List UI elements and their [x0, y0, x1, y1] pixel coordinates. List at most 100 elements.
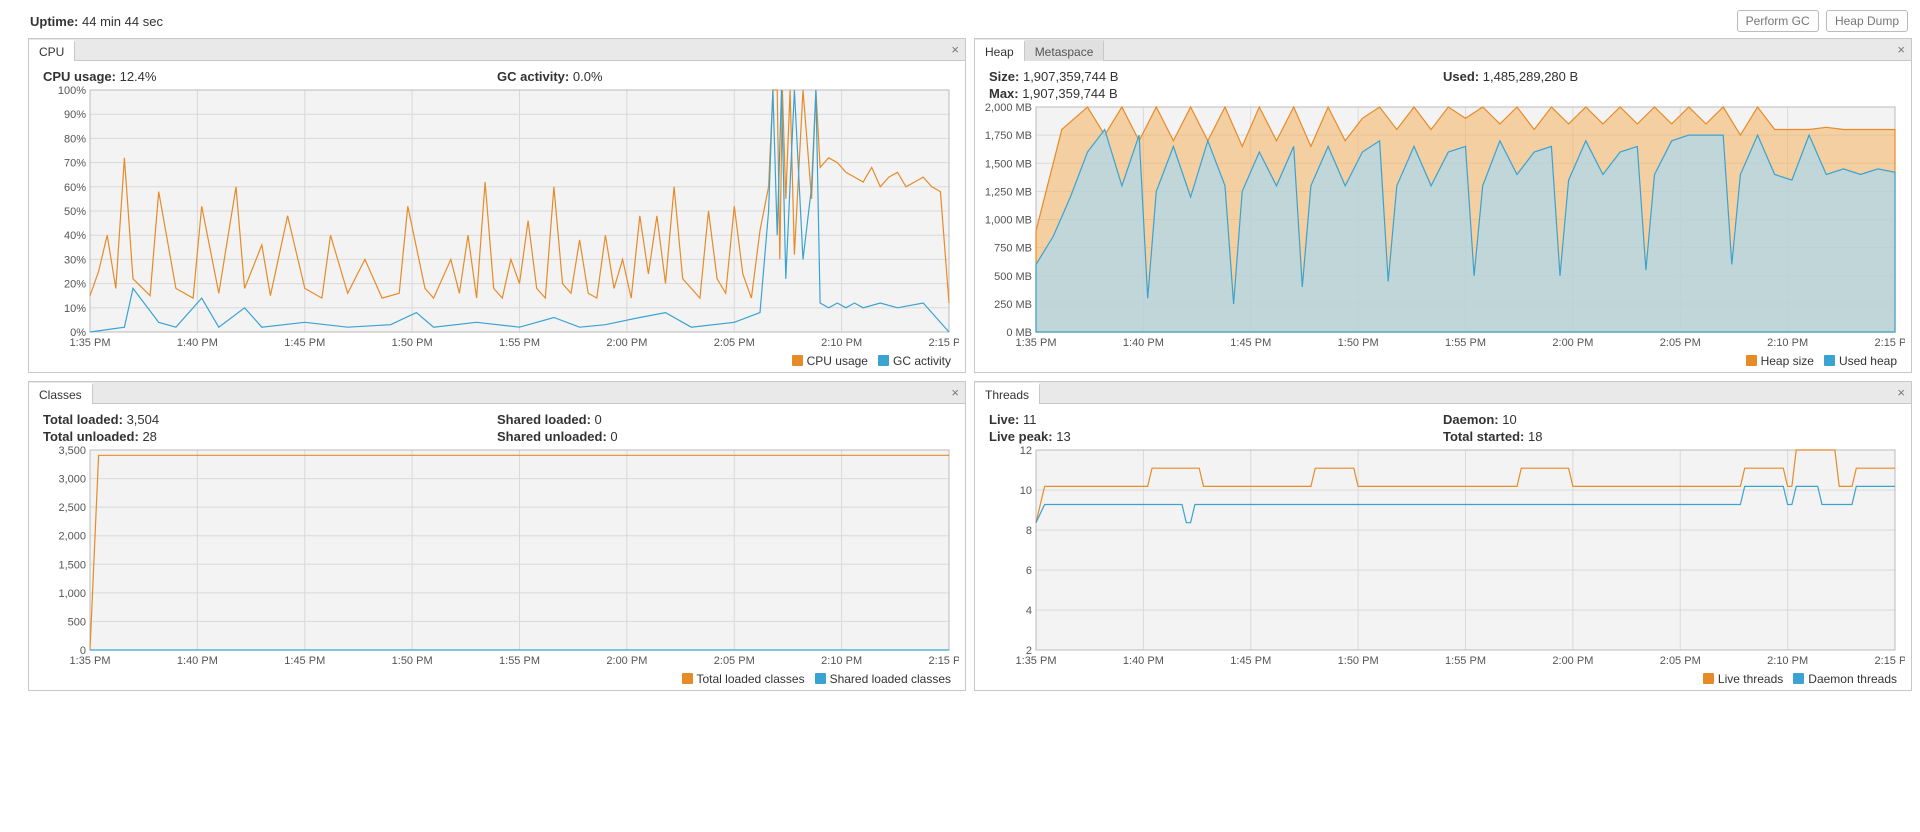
svg-text:1:45 PM: 1:45 PM — [1230, 655, 1271, 667]
svg-text:2,000 MB: 2,000 MB — [985, 103, 1032, 114]
svg-text:2:00 PM: 2:00 PM — [1552, 337, 1593, 349]
live-stat: Live: 11 — [989, 412, 1443, 427]
threads-chart: 246810121:35 PM1:40 PM1:45 PM1:50 PM1:55… — [981, 446, 1905, 686]
svg-text:8: 8 — [1026, 525, 1032, 537]
svg-text:500 MB: 500 MB — [994, 271, 1032, 283]
legend-item: CPU usage — [792, 354, 868, 368]
svg-text:1,500 MB: 1,500 MB — [985, 158, 1032, 170]
svg-text:12: 12 — [1020, 446, 1032, 457]
legend-item: Total loaded classes — [682, 672, 805, 686]
svg-text:90%: 90% — [64, 109, 86, 121]
svg-text:1:50 PM: 1:50 PM — [1338, 337, 1379, 349]
svg-text:70%: 70% — [64, 158, 86, 170]
svg-text:1:35 PM: 1:35 PM — [70, 655, 111, 667]
legend-item: Used heap — [1824, 354, 1897, 368]
classes-chart: 05001,0001,5002,0002,5003,0003,5001:35 P… — [35, 446, 959, 686]
threads-legend: Live threadsDaemon threads — [1703, 672, 1897, 686]
svg-text:20%: 20% — [64, 279, 86, 291]
svg-text:750 MB: 750 MB — [994, 243, 1032, 255]
tab-threads[interactable]: Threads — [975, 383, 1040, 404]
svg-text:2:15 PM: 2:15 PM — [929, 655, 959, 667]
charts-grid: CPU × CPU usage: 12.4% GC activity: 0.0%… — [0, 38, 1920, 699]
svg-text:1:45 PM: 1:45 PM — [1230, 337, 1271, 349]
svg-text:1:35 PM: 1:35 PM — [1016, 337, 1057, 349]
svg-text:1:55 PM: 1:55 PM — [499, 655, 540, 667]
top-bar: Uptime: 44 min 44 sec Perform GC Heap Du… — [0, 0, 1920, 38]
svg-text:100%: 100% — [58, 86, 86, 97]
svg-text:1:55 PM: 1:55 PM — [1445, 337, 1486, 349]
svg-text:1:50 PM: 1:50 PM — [1338, 655, 1379, 667]
svg-text:6: 6 — [1026, 565, 1032, 577]
uptime-value: 44 min 44 sec — [82, 14, 163, 29]
tab-heap[interactable]: Heap — [975, 40, 1025, 61]
legend-item: Live threads — [1703, 672, 1783, 686]
svg-text:2:15 PM: 2:15 PM — [929, 337, 959, 349]
close-icon[interactable]: × — [951, 385, 959, 400]
svg-text:2,000: 2,000 — [58, 531, 86, 543]
svg-text:2:10 PM: 2:10 PM — [821, 655, 862, 667]
legend-item: Shared loaded classes — [815, 672, 951, 686]
perform-gc-button[interactable]: Perform GC — [1737, 10, 1819, 32]
cpu-chart: 0%10%20%30%40%50%60%70%80%90%100%1:35 PM… — [35, 86, 959, 368]
svg-text:2:05 PM: 2:05 PM — [714, 337, 755, 349]
heap-chart: 0 MB250 MB500 MB750 MB1,000 MB1,250 MB1,… — [981, 103, 1905, 368]
svg-text:3,000: 3,000 — [58, 474, 86, 486]
cpu-panel: CPU × CPU usage: 12.4% GC activity: 0.0%… — [28, 38, 966, 373]
svg-text:2:00 PM: 2:00 PM — [1552, 655, 1593, 667]
total-unloaded-stat: Total unloaded: 28 — [43, 429, 497, 444]
close-icon[interactable]: × — [1897, 385, 1905, 400]
classes-tabstrip: Classes × — [29, 382, 965, 404]
classes-panel: Classes × Total loaded: 3,504 Shared loa… — [28, 381, 966, 691]
threads-stats: Live: 11 Daemon: 10 Live peak: 13 Total … — [975, 404, 1911, 446]
svg-text:1:35 PM: 1:35 PM — [1016, 655, 1057, 667]
legend-item: GC activity — [878, 354, 951, 368]
svg-text:80%: 80% — [64, 133, 86, 145]
uptime-display: Uptime: 44 min 44 sec — [30, 14, 163, 29]
svg-text:10: 10 — [1020, 485, 1032, 497]
svg-text:1:40 PM: 1:40 PM — [177, 337, 218, 349]
heap-dump-button[interactable]: Heap Dump — [1826, 10, 1908, 32]
svg-text:50%: 50% — [64, 206, 86, 218]
svg-text:2:10 PM: 2:10 PM — [821, 337, 862, 349]
classes-legend: Total loaded classes Shared loaded classe… — [682, 672, 952, 686]
close-icon[interactable]: × — [1897, 42, 1905, 57]
svg-text:2:15 PM: 2:15 PM — [1875, 655, 1905, 667]
legend-item: Heap size — [1746, 354, 1814, 368]
tab-metaspace[interactable]: Metaspace — [1025, 40, 1105, 61]
tab-cpu[interactable]: CPU — [29, 40, 75, 61]
svg-text:10%: 10% — [64, 303, 86, 315]
svg-text:2:10 PM: 2:10 PM — [1767, 337, 1808, 349]
svg-text:1:55 PM: 1:55 PM — [499, 337, 540, 349]
svg-text:2:05 PM: 2:05 PM — [714, 655, 755, 667]
heap-size-stat: Size: 1,907,359,744 B — [989, 69, 1443, 84]
daemon-stat: Daemon: 10 — [1443, 412, 1897, 427]
svg-text:2:10 PM: 2:10 PM — [1767, 655, 1808, 667]
svg-text:1:35 PM: 1:35 PM — [70, 337, 111, 349]
svg-text:1:50 PM: 1:50 PM — [392, 655, 433, 667]
svg-text:1:40 PM: 1:40 PM — [1123, 337, 1164, 349]
svg-text:2:05 PM: 2:05 PM — [1660, 337, 1701, 349]
svg-text:2:15 PM: 2:15 PM — [1875, 337, 1905, 349]
svg-text:500: 500 — [68, 616, 86, 628]
heap-max-stat: Max: 1,907,359,744 B — [989, 86, 1443, 101]
cpu-tabstrip: CPU × — [29, 39, 965, 61]
threads-tabstrip: Threads × — [975, 382, 1911, 404]
svg-text:1,500: 1,500 — [58, 559, 86, 571]
heap-panel: Heap Metaspace × Size: 1,907,359,744 B U… — [974, 38, 1912, 373]
close-icon[interactable]: × — [951, 42, 959, 57]
action-buttons: Perform GC Heap Dump — [1733, 10, 1908, 32]
cpu-stats: CPU usage: 12.4% GC activity: 0.0% — [29, 61, 965, 86]
svg-text:2,500: 2,500 — [58, 502, 86, 514]
cpu-legend: CPU usage GC activity — [792, 354, 951, 368]
heap-legend: Heap size Used heap — [1746, 354, 1897, 368]
threads-panel: Threads × Live: 11 Daemon: 10 Live peak:… — [974, 381, 1912, 691]
svg-text:1:50 PM: 1:50 PM — [392, 337, 433, 349]
live-peak-stat: Live peak: 13 — [989, 429, 1443, 444]
svg-text:30%: 30% — [64, 254, 86, 266]
svg-text:60%: 60% — [64, 182, 86, 194]
svg-text:3,500: 3,500 — [58, 446, 86, 457]
svg-text:2:00 PM: 2:00 PM — [606, 337, 647, 349]
tab-classes[interactable]: Classes — [29, 383, 93, 404]
svg-text:250 MB: 250 MB — [994, 299, 1032, 311]
svg-text:1:40 PM: 1:40 PM — [177, 655, 218, 667]
